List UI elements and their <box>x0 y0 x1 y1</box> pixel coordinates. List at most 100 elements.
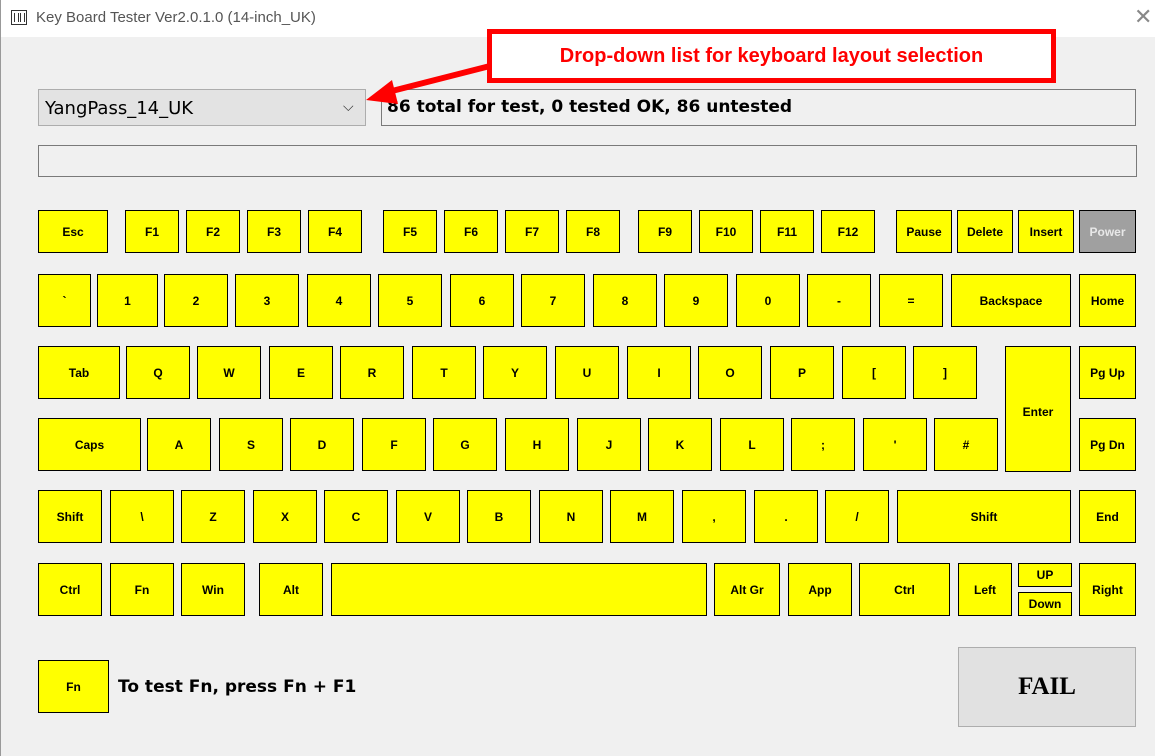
key-j[interactable]: J <box>577 418 641 471</box>
key-4[interactable]: 4 <box>307 274 371 327</box>
key-pg-dn[interactable]: Pg Dn <box>1079 418 1136 471</box>
key-left-bracket[interactable]: [ <box>842 346 906 399</box>
key-caps[interactable]: Caps <box>38 418 141 471</box>
key-enter[interactable]: Enter <box>1005 346 1071 472</box>
key-v[interactable]: V <box>396 490 460 543</box>
key-n[interactable]: N <box>539 490 603 543</box>
key-z[interactable]: Z <box>181 490 245 543</box>
key-x[interactable]: X <box>253 490 317 543</box>
key-delete[interactable]: Delete <box>957 210 1013 253</box>
key-alt[interactable]: Alt <box>259 563 323 616</box>
key-2[interactable]: 2 <box>164 274 228 327</box>
key-e[interactable]: E <box>269 346 333 399</box>
key-s[interactable]: S <box>219 418 283 471</box>
key-w[interactable]: W <box>197 346 261 399</box>
key-left[interactable]: Left <box>958 563 1012 616</box>
key-backtick[interactable]: ` <box>38 274 91 327</box>
key-f8[interactable]: F8 <box>566 210 620 253</box>
key-app[interactable]: App <box>788 563 852 616</box>
key-up[interactable]: UP <box>1018 563 1072 587</box>
fn-test-hint: To test Fn, press Fn + F1 <box>118 677 357 697</box>
key-space[interactable] <box>331 563 707 616</box>
key-1[interactable]: 1 <box>97 274 158 327</box>
keyboard-layout-dropdown[interactable]: YangPass_14_UK ⌵ <box>38 89 366 126</box>
key-f11[interactable]: F11 <box>760 210 814 253</box>
key-m[interactable]: M <box>610 490 674 543</box>
key-r[interactable]: R <box>340 346 404 399</box>
test-status-field: 86 total for test, 0 tested OK, 86 untes… <box>381 89 1136 126</box>
key-f10[interactable]: F10 <box>699 210 753 253</box>
key-q[interactable]: Q <box>126 346 190 399</box>
key-equals[interactable]: = <box>879 274 943 327</box>
key-3[interactable]: 3 <box>235 274 299 327</box>
key-g[interactable]: G <box>433 418 497 471</box>
key-input-field[interactable] <box>38 145 1137 177</box>
layout-dropdown-value: YangPass_14_UK <box>45 98 194 119</box>
key-right[interactable]: Right <box>1079 563 1136 616</box>
key-esc[interactable]: Esc <box>38 210 108 253</box>
key-c[interactable]: C <box>324 490 388 543</box>
chevron-down-icon[interactable]: ⌵ <box>343 99 354 115</box>
annotation-callout: Drop-down list for keyboard layout selec… <box>487 29 1056 83</box>
key-l[interactable]: L <box>720 418 784 471</box>
key-left-shift[interactable]: Shift <box>38 490 102 543</box>
key-a[interactable]: A <box>147 418 211 471</box>
key-home[interactable]: Home <box>1079 274 1136 327</box>
key-p[interactable]: P <box>770 346 834 399</box>
key-f3[interactable]: F3 <box>247 210 301 253</box>
key-y[interactable]: Y <box>483 346 547 399</box>
key-f5[interactable]: F5 <box>383 210 437 253</box>
key-0[interactable]: 0 <box>736 274 800 327</box>
key-pause[interactable]: Pause <box>896 210 952 253</box>
key-t[interactable]: T <box>412 346 476 399</box>
key-f4[interactable]: F4 <box>308 210 362 253</box>
key-i[interactable]: I <box>627 346 691 399</box>
window-border <box>0 0 1 756</box>
key-end[interactable]: End <box>1079 490 1136 543</box>
window-title: Key Board Tester Ver2.0.1.0 (14-inch_UK) <box>36 9 316 26</box>
key-alt-gr[interactable]: Alt Gr <box>714 563 780 616</box>
key-insert[interactable]: Insert <box>1018 210 1074 253</box>
key-f6[interactable]: F6 <box>444 210 498 253</box>
key-5[interactable]: 5 <box>378 274 442 327</box>
key-hash[interactable]: # <box>934 418 998 471</box>
key-9[interactable]: 9 <box>664 274 728 327</box>
key-right-shift[interactable]: Shift <box>897 490 1071 543</box>
fn-legend-key: Fn <box>38 660 109 713</box>
key-6[interactable]: 6 <box>450 274 514 327</box>
result-fail-button[interactable]: FAIL <box>958 647 1136 727</box>
key-8[interactable]: 8 <box>593 274 657 327</box>
key-win[interactable]: Win <box>181 563 245 616</box>
key-right-ctrl[interactable]: Ctrl <box>859 563 950 616</box>
key-semicolon[interactable]: ; <box>791 418 855 471</box>
key-f7[interactable]: F7 <box>505 210 559 253</box>
key-f2[interactable]: F2 <box>186 210 240 253</box>
test-status-text: 86 total for test, 0 tested OK, 86 untes… <box>387 97 793 117</box>
key-h[interactable]: H <box>505 418 569 471</box>
key-apostrophe[interactable]: ' <box>863 418 927 471</box>
key-backslash[interactable]: \ <box>110 490 174 543</box>
key-down[interactable]: Down <box>1018 592 1072 616</box>
close-icon[interactable]: ✕ <box>1134 5 1152 30</box>
key-u[interactable]: U <box>555 346 619 399</box>
key-pg-up[interactable]: Pg Up <box>1079 346 1136 399</box>
key-k[interactable]: K <box>648 418 712 471</box>
key-minus[interactable]: - <box>807 274 871 327</box>
key-o[interactable]: O <box>698 346 762 399</box>
key-right-bracket[interactable]: ] <box>913 346 977 399</box>
key-b[interactable]: B <box>467 490 531 543</box>
key-f[interactable]: F <box>362 418 426 471</box>
key-d[interactable]: D <box>290 418 354 471</box>
key-comma[interactable]: , <box>682 490 746 543</box>
key-left-ctrl[interactable]: Ctrl <box>38 563 102 616</box>
key-f1[interactable]: F1 <box>125 210 179 253</box>
key-f12[interactable]: F12 <box>821 210 875 253</box>
key-tab[interactable]: Tab <box>38 346 120 399</box>
key-period[interactable]: . <box>754 490 818 543</box>
key-backspace[interactable]: Backspace <box>951 274 1071 327</box>
key-7[interactable]: 7 <box>521 274 585 327</box>
key-power[interactable]: Power <box>1079 210 1136 253</box>
key-slash[interactable]: / <box>825 490 889 543</box>
key-f9[interactable]: F9 <box>638 210 692 253</box>
key-fn[interactable]: Fn <box>110 563 174 616</box>
